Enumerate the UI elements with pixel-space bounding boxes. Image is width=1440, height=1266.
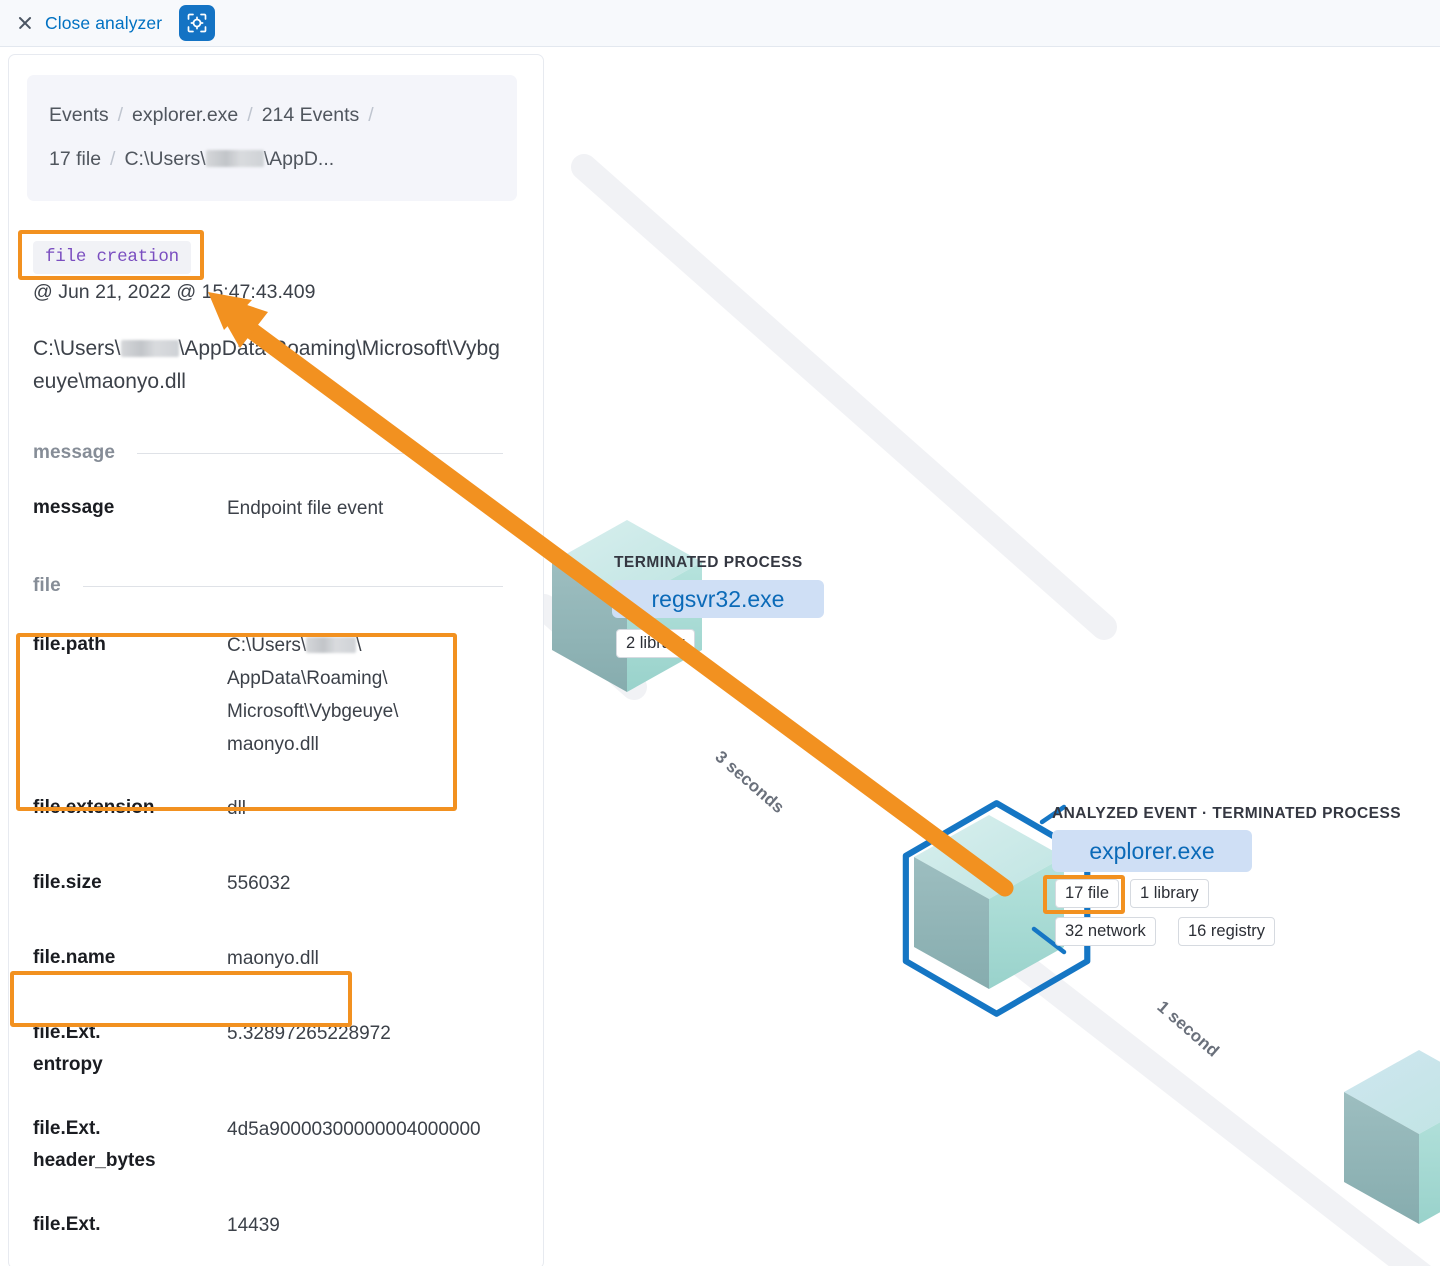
process-name[interactable]: regsvr32.exe bbox=[652, 586, 785, 613]
field-key-line1: file.Ext. bbox=[33, 1022, 101, 1043]
breadcrumb-item-events-count[interactable]: 214 Events bbox=[262, 104, 360, 126]
field-key: file.path bbox=[33, 629, 227, 661]
node-label-terminated-process: TERMINATED PROCESS bbox=[614, 554, 803, 572]
field-row-message: message Endpoint file event bbox=[33, 492, 533, 525]
badge-registry-explorer[interactable]: 16 registry bbox=[1178, 917, 1275, 946]
badge-library-regsvr32[interactable]: 2 library bbox=[616, 629, 695, 658]
breadcrumb-separator: / bbox=[109, 104, 132, 126]
event-timestamp: @ Jun 21, 2022 @ 15:47:43.409 bbox=[33, 281, 544, 304]
field-value: C:\Users\ \ AppData\Roaming\ Microsoft\Vybg… bbox=[227, 629, 467, 761]
badge-library-explorer[interactable]: 1 library bbox=[1130, 879, 1209, 908]
process-cube-child bbox=[1344, 1050, 1440, 1224]
field-value: 14439 bbox=[227, 1209, 280, 1242]
process-name[interactable]: explorer.exe bbox=[1089, 838, 1214, 865]
event-path-end: \AppData\Roaming\Micr bbox=[179, 337, 402, 360]
field-value: 4d5a90000300000004000000 bbox=[227, 1113, 481, 1146]
section-header-file: file bbox=[33, 575, 503, 597]
field-row-file-name: file.name maonyo.dll bbox=[33, 942, 533, 975]
field-value: 556032 bbox=[227, 867, 290, 900]
section-title: message bbox=[33, 442, 115, 464]
field-key: file.Ext. bbox=[33, 1209, 227, 1241]
graph-edge-ribbons bbox=[544, 167, 1424, 1266]
event-details-panel: Events/explorer.exe/214 Events/ 17 file/… bbox=[8, 54, 544, 1266]
redacted-username bbox=[206, 150, 264, 167]
breadcrumb-item-file-count[interactable]: 17 file bbox=[49, 148, 101, 170]
section-title: file bbox=[33, 575, 61, 597]
field-key-line2: entropy bbox=[33, 1054, 103, 1075]
badge-network-explorer[interactable]: 32 network bbox=[1055, 917, 1156, 946]
analyzer-toolbar: Close analyzer bbox=[0, 0, 1440, 47]
event-path-start: C:\Users\ bbox=[33, 337, 121, 360]
breadcrumb[interactable]: Events/explorer.exe/214 Events/ 17 file/… bbox=[27, 75, 517, 201]
breadcrumb-separator: / bbox=[101, 148, 124, 170]
close-icon[interactable] bbox=[13, 11, 37, 35]
field-key: message bbox=[33, 492, 227, 524]
breadcrumb-item-process[interactable]: explorer.exe bbox=[132, 104, 238, 126]
breadcrumb-item-path-start[interactable]: C:\Users\ bbox=[124, 148, 205, 170]
field-key: file.extension bbox=[33, 792, 227, 824]
badge-file-explorer[interactable]: 17 file bbox=[1055, 879, 1119, 908]
focus-crosshair-icon[interactable] bbox=[179, 5, 215, 41]
field-row-file-ext-last: file.Ext. 14439 bbox=[33, 1209, 533, 1242]
redacted-username bbox=[306, 637, 356, 653]
field-value: 5.32897265228972 bbox=[227, 1017, 391, 1050]
value-path-sep: \ bbox=[356, 635, 361, 656]
value-path-line2: AppData\Roaming\ bbox=[227, 668, 388, 689]
event-file-path: C:\Users\\AppData\Roaming\Microsoft\Vybg… bbox=[33, 332, 503, 398]
field-key: file.size bbox=[33, 867, 227, 899]
section-divider bbox=[137, 453, 503, 454]
field-key-line2: header_bytes bbox=[33, 1150, 156, 1171]
node-process-regsvr32[interactable]: regsvr32.exe bbox=[612, 580, 824, 618]
process-graph-canvas[interactable]: TERMINATED PROCESS regsvr32.exe 2 librar… bbox=[544, 47, 1440, 1266]
value-path-line4: maonyo.dll bbox=[227, 734, 319, 755]
value-path-line3: Microsoft\Vybgeuye\ bbox=[227, 701, 398, 722]
field-value: dll bbox=[227, 792, 246, 825]
redacted-username bbox=[121, 340, 179, 357]
event-type-badge: file creation bbox=[33, 241, 191, 274]
field-row-file-path: file.path C:\Users\ \ AppData\Roaming\ Micr… bbox=[33, 629, 533, 761]
breadcrumb-separator: / bbox=[359, 104, 382, 126]
field-row-file-ext-header-bytes: file.Ext. header_bytes 4d5a90000300000004… bbox=[33, 1113, 533, 1177]
breadcrumb-item-events[interactable]: Events bbox=[49, 104, 109, 126]
field-key-line1: file.Ext. bbox=[33, 1118, 101, 1139]
field-value: maonyo.dll bbox=[227, 942, 319, 975]
field-row-file-ext-entropy: file.Ext. entropy 5.32897265228972 bbox=[33, 1017, 533, 1081]
node-process-explorer[interactable]: explorer.exe bbox=[1052, 830, 1252, 872]
field-row-file-size: file.size 556032 bbox=[33, 867, 533, 900]
field-value: Endpoint file event bbox=[227, 492, 383, 525]
field-key: file.name bbox=[33, 942, 227, 974]
section-header-message: message bbox=[33, 442, 503, 464]
field-key: file.Ext. entropy bbox=[33, 1017, 227, 1081]
breadcrumb-item-path-end[interactable]: \AppD... bbox=[264, 148, 334, 170]
value-path-start: C:\Users\ bbox=[227, 635, 306, 656]
field-key: file.Ext. header_bytes bbox=[33, 1113, 227, 1177]
section-divider bbox=[83, 586, 503, 587]
close-analyzer-button[interactable]: Close analyzer bbox=[45, 13, 162, 34]
node-label-analyzed-event: ANALYZED EVENT · TERMINATED PROCESS bbox=[1052, 805, 1401, 823]
event-type-row: file creation bbox=[33, 241, 544, 274]
breadcrumb-separator: / bbox=[238, 104, 261, 126]
field-row-file-extension: file.extension dll bbox=[33, 792, 533, 825]
